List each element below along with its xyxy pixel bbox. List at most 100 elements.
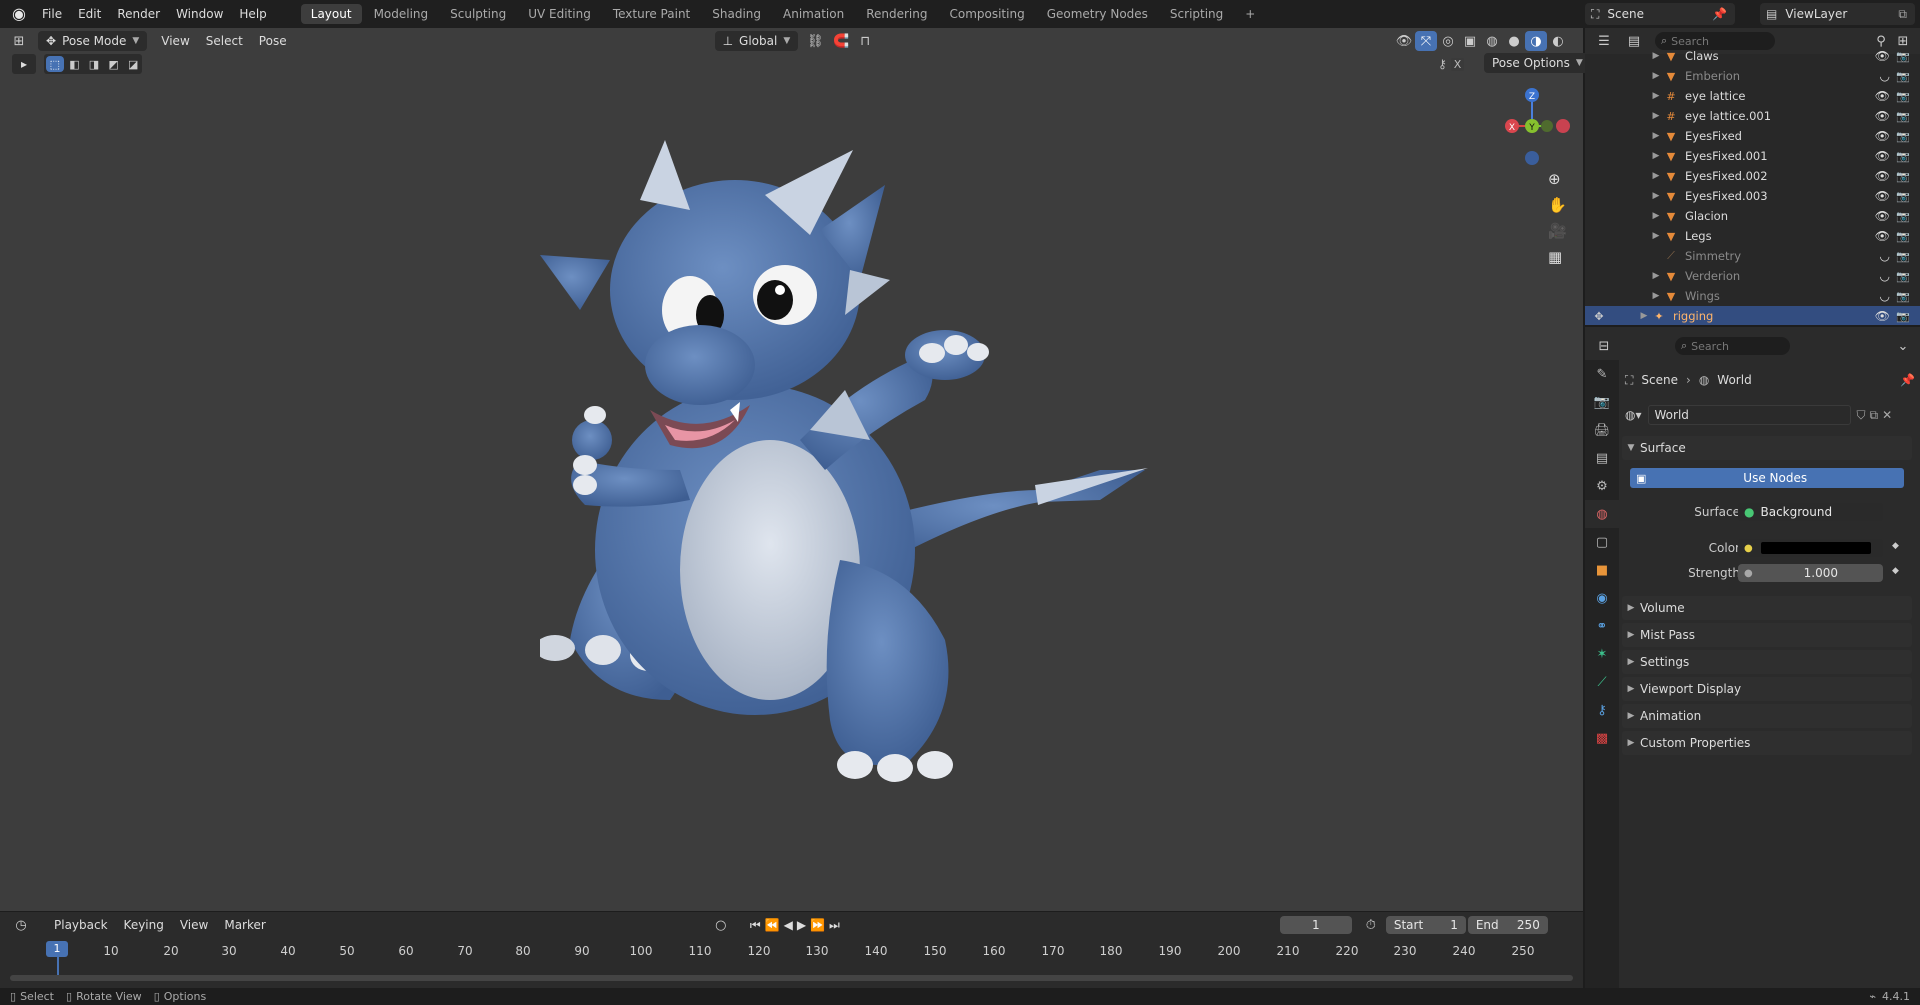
view-menu[interactable]: View <box>153 32 197 50</box>
expand-arrow-icon[interactable]: ▶ <box>1649 291 1663 301</box>
menu-render[interactable]: Render <box>109 0 168 28</box>
eye-icon[interactable]: 👁 <box>1875 189 1890 203</box>
render-camera-icon[interactable]: 📷 <box>1896 190 1910 203</box>
eye-icon[interactable]: 👁 <box>1875 129 1890 143</box>
eye-icon[interactable]: 👁 <box>1875 89 1890 103</box>
play-icon[interactable]: ▶ <box>797 918 806 933</box>
render-camera-icon[interactable]: 📷 <box>1896 250 1910 263</box>
snap-icon[interactable]: 🧲 <box>830 31 852 51</box>
current-frame-field[interactable]: 1 <box>1279 916 1352 934</box>
eye-closed-icon[interactable]: ◡ <box>1880 69 1890 83</box>
view-layer-tab-icon[interactable]: ▤ <box>1585 444 1619 472</box>
camera-icon[interactable]: 🎥 <box>1548 222 1567 240</box>
select-new-icon[interactable]: ⬚ <box>46 56 64 72</box>
pin-icon[interactable]: 📌 <box>1900 373 1915 387</box>
outliner-row-glacion[interactable]: ▶ ▼ Glacion 👁 📷 <box>1585 206 1920 226</box>
zoom-icon[interactable]: ⊕ <box>1548 170 1567 188</box>
timeline-view-menu[interactable]: View <box>172 916 216 934</box>
render-camera-icon[interactable]: 📷 <box>1896 70 1910 83</box>
world-name-field[interactable]: World <box>1647 405 1851 425</box>
select-invert-icon[interactable]: ◩ <box>105 56 123 72</box>
render-camera-icon[interactable]: 📷 <box>1896 150 1910 163</box>
mode-selector[interactable]: ✥ Pose Mode ▼ <box>38 31 148 51</box>
overlay-icon[interactable]: ◎ <box>1437 31 1459 51</box>
tab-geometry-nodes[interactable]: Geometry Nodes <box>1037 4 1158 24</box>
bone-constraint-tab-icon[interactable]: ⚷ <box>1585 696 1619 724</box>
fake-user-shield-icon[interactable]: ⛉ <box>1857 408 1866 423</box>
viewport-display-panel-header[interactable]: ▶ Viewport Display <box>1622 677 1912 701</box>
strength-field[interactable]: ● 1.000 <box>1738 564 1883 582</box>
duplicate-icon[interactable]: ⧉ <box>1870 408 1879 423</box>
tab-rendering[interactable]: Rendering <box>856 4 937 24</box>
jump-end-icon[interactable]: ⏭ <box>829 918 840 933</box>
outliner-row-rigging[interactable]: ✥ ▶ ✦ rigging 👁 📷 <box>1585 306 1920 325</box>
use-nodes-button[interactable]: ▣ Use Nodes <box>1630 468 1904 488</box>
view-layer-selector[interactable]: ▤ ViewLayer ⧉ <box>1760 3 1915 25</box>
outliner-row-emberion[interactable]: ▶ ▼ Emberion ◡ 📷 <box>1585 66 1920 86</box>
transform-orientation-dropdown[interactable]: ⊥ Global ▼ <box>714 31 799 51</box>
render-tab-icon[interactable]: 📷 <box>1585 388 1619 416</box>
chevron-down-icon[interactable]: ⌄ <box>1892 336 1914 356</box>
texture-tab-icon[interactable]: ▩ <box>1585 724 1619 752</box>
outliner-row-eye-lattice[interactable]: ▶ # eye lattice 👁 📷 <box>1585 86 1920 106</box>
outliner-row-legs[interactable]: ▶ ▼ Legs 👁 📷 <box>1585 226 1920 246</box>
volume-panel-header[interactable]: ▶ Volume <box>1622 596 1912 620</box>
object-tab-icon[interactable]: ■ <box>1585 556 1619 584</box>
select-subtract-icon[interactable]: ◨ <box>85 56 103 72</box>
tab-uv-editing[interactable]: UV Editing <box>518 4 601 24</box>
collection-tab-icon[interactable]: ▢ <box>1585 528 1619 556</box>
tab-shading[interactable]: Shading <box>702 4 771 24</box>
eye-closed-icon[interactable]: ◡ <box>1880 249 1890 263</box>
settings-panel-header[interactable]: ▶ Settings <box>1622 650 1912 674</box>
keyframe-dot-icon[interactable]: ◆ <box>1892 566 1899 576</box>
render-camera-icon[interactable]: 📷 <box>1896 230 1910 243</box>
physics-tab-icon[interactable]: ◉ <box>1585 584 1619 612</box>
select-extend-icon[interactable]: ◧ <box>66 56 84 72</box>
render-camera-icon[interactable]: 📷 <box>1896 110 1910 123</box>
tab-compositing[interactable]: Compositing <box>939 4 1034 24</box>
marker-menu[interactable]: Marker <box>216 916 273 934</box>
outliner-row-eyesfixed-001[interactable]: ▶ ▼ EyesFixed.001 👁 📷 <box>1585 146 1920 166</box>
outliner-row-verderion[interactable]: ▶ ▼ Verderion ◡ 📷 <box>1585 266 1920 286</box>
properties-search-input[interactable]: ⌕ Search <box>1675 337 1790 355</box>
perspective-grid-icon[interactable]: ▦ <box>1548 248 1567 266</box>
hand-pan-icon[interactable]: ✋ <box>1548 196 1567 214</box>
menu-window[interactable]: Window <box>168 0 231 28</box>
snap-target-icon[interactable]: ⊓ <box>854 31 876 51</box>
outliner-row-eyesfixed-002[interactable]: ▶ ▼ EyesFixed.002 👁 📷 <box>1585 166 1920 186</box>
outliner-row-eye-lattice-001[interactable]: ▶ # eye lattice.001 👁 📷 <box>1585 106 1920 126</box>
pose-icon[interactable]: ✥ <box>1591 310 1607 323</box>
menu-file[interactable]: File <box>34 0 70 28</box>
blender-logo-icon[interactable]: ◉ <box>10 5 28 23</box>
select-tool-icon[interactable]: ▸ <box>12 54 36 74</box>
mirror-x-toggle[interactable]: X <box>1450 57 1465 71</box>
expand-arrow-icon[interactable]: ▶ <box>1649 231 1663 241</box>
outliner-row-eyesfixed[interactable]: ▶ ▼ EyesFixed 👁 📷 <box>1585 126 1920 146</box>
solid-shading-icon[interactable]: ● <box>1503 31 1525 51</box>
world-icon[interactable]: ◍▾ <box>1625 408 1642 422</box>
menu-edit[interactable]: Edit <box>70 0 109 28</box>
properties-editor-icon[interactable]: ⊟ <box>1593 336 1615 356</box>
color-field[interactable]: ● <box>1738 539 1883 557</box>
playhead-frame-indicator[interactable]: 1 <box>46 941 68 957</box>
wireframe-shading-icon[interactable]: ◍ <box>1481 31 1503 51</box>
keyframe-dot-icon[interactable]: ◆ <box>1892 541 1899 551</box>
eye-icon[interactable]: 👁 <box>1875 229 1890 243</box>
expand-arrow-icon[interactable]: ▶ <box>1649 151 1663 161</box>
eye-icon[interactable]: 👁 <box>1875 109 1890 123</box>
select-intersect-icon[interactable]: ◪ <box>124 56 142 72</box>
expand-arrow-icon[interactable]: ▶ <box>1649 111 1663 121</box>
scene-tab-icon[interactable]: ⚙ <box>1585 472 1619 500</box>
close-icon[interactable]: ✕ <box>1882 408 1892 422</box>
next-keyframe-icon[interactable]: ⏩ <box>810 918 825 933</box>
render-camera-icon[interactable]: 📷 <box>1896 130 1910 143</box>
keying-menu[interactable]: Keying <box>116 916 172 934</box>
mirror-icon[interactable]: ⚷ <box>1438 57 1447 71</box>
auto-keying-icon[interactable]: ○ <box>710 915 732 935</box>
tab-sculpting[interactable]: Sculpting <box>440 4 516 24</box>
eye-closed-icon[interactable]: ◡ <box>1880 269 1890 283</box>
expand-arrow-icon[interactable]: ▶ <box>1649 211 1663 221</box>
render-camera-icon[interactable]: 📷 <box>1896 90 1910 103</box>
eye-icon[interactable]: 👁 <box>1875 49 1890 63</box>
render-camera-icon[interactable]: 📷 <box>1896 170 1910 183</box>
